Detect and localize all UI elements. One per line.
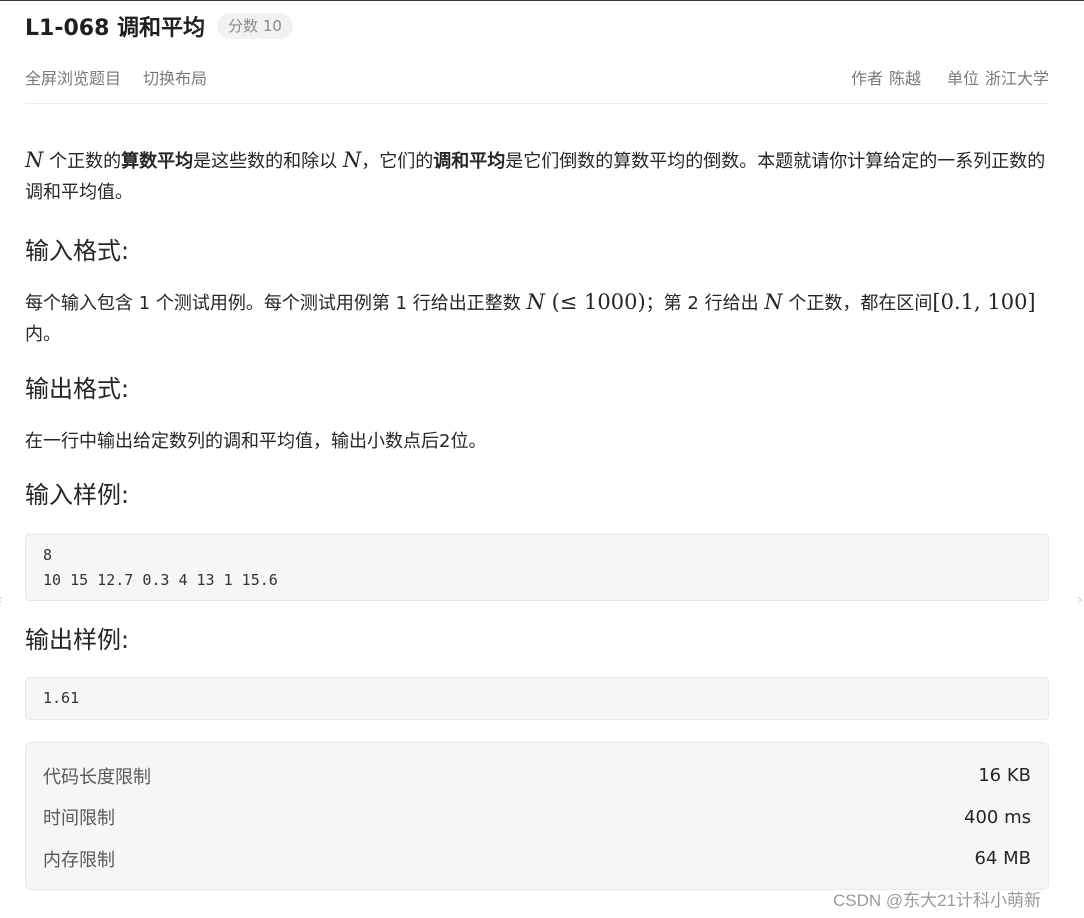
unit-value: 浙江大学 bbox=[984, 69, 1049, 88]
score-badge: 分数 10 bbox=[217, 13, 293, 39]
math-var: N bbox=[526, 290, 545, 314]
limit-value: 16 KB bbox=[978, 765, 1031, 787]
author-label: 作者 bbox=[850, 69, 883, 88]
sample-input-code[interactable]: 8 10 15 12.7 0.3 4 13 1 15.6 bbox=[25, 534, 1049, 601]
bold-term: 调和平均 bbox=[433, 151, 506, 172]
limit-value: 400 ms bbox=[964, 806, 1031, 828]
math-var: N bbox=[25, 148, 44, 172]
toolbar-actions: 全屏浏览题目 切换布局 bbox=[25, 65, 229, 89]
sample-output-code[interactable]: 1.61 bbox=[25, 677, 1049, 720]
problem-toolbar: 全屏浏览题目 切换布局 作者 陈越 单位 浙江大学 bbox=[25, 66, 1049, 88]
author-value: 陈越 bbox=[888, 69, 921, 88]
limit-value: 64 MB bbox=[974, 848, 1031, 870]
limit-label: 代码长度限制 bbox=[43, 766, 151, 788]
author-info: 作者 陈越 bbox=[851, 65, 921, 89]
text-span: ，它们的 bbox=[361, 151, 434, 172]
text-span: 每个输入包含 1 个测试用例。每个测试用例第 1 行给出正整数 bbox=[25, 293, 527, 314]
problem-header: L1-068 调和平均 分数 10 bbox=[25, 10, 293, 42]
bold-term: 算数平均 bbox=[121, 151, 194, 172]
fullscreen-link[interactable]: 全屏浏览题目 bbox=[25, 65, 121, 89]
input-format-heading: 输入格式: bbox=[25, 237, 130, 265]
top-border bbox=[0, 0, 1084, 1]
switch-layout-link[interactable]: 切换布局 bbox=[143, 65, 207, 89]
text-span: 个正数，都在区间 bbox=[782, 293, 933, 314]
sample-input-heading: 输入样例: bbox=[25, 481, 130, 509]
input-format-paragraph: 每个输入包含 1 个测试用例。每个测试用例第 1 行给出正整数 N (≤ 100… bbox=[25, 287, 1049, 350]
output-format-paragraph: 在一行中输出给定数列的调和平均值，输出小数点后2位。 bbox=[25, 431, 487, 452]
limit-label: 内存限制 bbox=[43, 849, 115, 871]
text-span: ；第 2 行给出 bbox=[645, 293, 765, 314]
text-span: 个正数的 bbox=[43, 151, 122, 172]
limit-row-memory: 内存限制 64 MB bbox=[43, 838, 1031, 880]
math-expr: (≤ 1000) bbox=[544, 290, 646, 314]
math-var: N bbox=[342, 148, 362, 172]
chevron-left-icon[interactable]: ‹ bbox=[0, 592, 3, 608]
limit-row-code-length: 代码长度限制 16 KB bbox=[43, 755, 1031, 797]
problem-title: L1-068 调和平均 bbox=[25, 16, 206, 41]
output-format-heading: 输出格式: bbox=[25, 375, 130, 403]
description-paragraph: N 个正数的算数平均是这些数的和除以 N，它们的调和平均是它们倒数的算数平均的倒… bbox=[25, 145, 1049, 208]
problem-statement: N 个正数的算数平均是这些数的和除以 N，它们的调和平均是它们倒数的算数平均的倒… bbox=[25, 145, 1049, 208]
problem-meta: 作者 陈越 单位 浙江大学 bbox=[825, 65, 1049, 89]
limit-row-time: 时间限制 400 ms bbox=[43, 797, 1031, 839]
unit-info: 单位 浙江大学 bbox=[947, 65, 1049, 89]
text-span: 是这些数的和除以 bbox=[193, 151, 343, 172]
text-span: 内。 bbox=[25, 324, 61, 345]
sample-output-heading: 输出样例: bbox=[25, 626, 130, 654]
header-divider bbox=[25, 103, 1049, 104]
unit-label: 单位 bbox=[946, 69, 979, 88]
limits-panel: 代码长度限制 16 KB 时间限制 400 ms 内存限制 64 MB bbox=[25, 742, 1049, 890]
math-var: N bbox=[764, 290, 783, 314]
math-expr: [0.1, 100] bbox=[932, 290, 1036, 314]
chevron-right-icon[interactable]: › bbox=[1077, 592, 1083, 608]
limit-label: 时间限制 bbox=[43, 808, 115, 830]
csdn-watermark: CSDN @东大21计科小萌新 bbox=[833, 891, 1042, 910]
